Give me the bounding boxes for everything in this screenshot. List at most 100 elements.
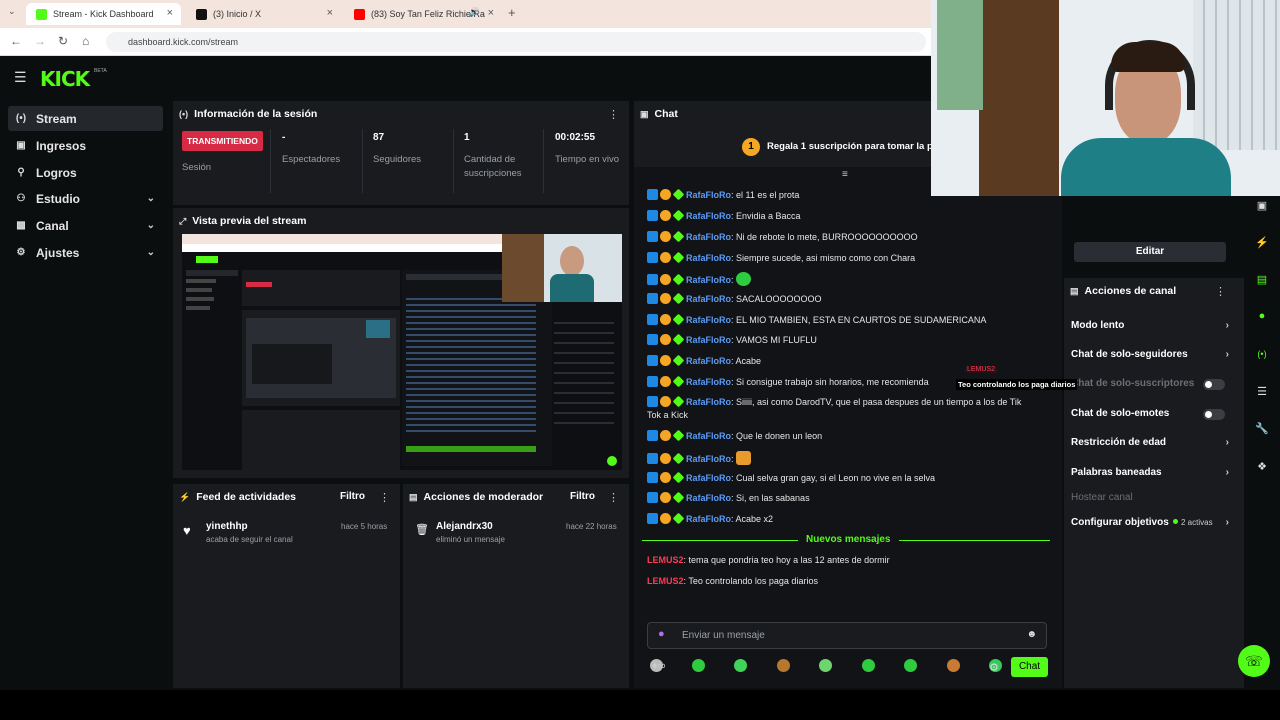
document-icon[interactable]: ▤ (1249, 266, 1275, 292)
sidebar-item-logros[interactable]: ⚲ Logros (8, 160, 163, 185)
emote-icon[interactable] (947, 659, 960, 672)
new-tab-button[interactable]: + (508, 5, 516, 20)
chat-username[interactable]: RafaFloRo (686, 190, 731, 200)
chat-input-box[interactable]: ● Enviar un mensaje ☻ (647, 622, 1047, 649)
gift-count-badge: 1 (742, 138, 760, 156)
chat-username[interactable]: RafaFloRo (686, 514, 731, 524)
sidebar-item-ajustes[interactable]: ⚙ Ajustes ⌄ (8, 240, 163, 265)
stat-value: 1 (464, 132, 470, 143)
chat-username[interactable]: RafaFloRo (686, 431, 731, 441)
sub-badge-icon (660, 189, 671, 200)
mic-icon[interactable]: ● (658, 628, 665, 640)
more-options-icon[interactable]: ⋮ (379, 491, 390, 504)
sidebar-item-ingresos[interactable]: ▣ Ingresos (8, 133, 163, 158)
chat-message: RafaFloRo: Que le donen un leon (647, 429, 823, 444)
stream-preview-video[interactable] (182, 234, 622, 470)
close-tab-icon[interactable]: × (488, 7, 494, 19)
new-messages-label[interactable]: Nuevos mensajes (798, 534, 899, 545)
kick-logo[interactable]: KICK (40, 67, 90, 91)
slow-mode-row[interactable]: Modo lento › (1071, 320, 1231, 331)
bolt-icon[interactable]: ⚡ (1249, 229, 1275, 255)
emotes-only-row[interactable]: Chat de solo-emotes (1071, 408, 1231, 420)
reload-icon[interactable]: ↻ (58, 34, 68, 48)
close-tab-icon[interactable]: × (167, 7, 173, 19)
more-options-icon[interactable]: ⋮ (608, 491, 619, 504)
emote-icon[interactable] (734, 659, 747, 672)
sidebar-item-estudio[interactable]: ⚇ Estudio ⌄ (8, 186, 163, 211)
moderator-badge-icon (647, 314, 658, 325)
chat-username[interactable]: RafaFloRo (686, 232, 731, 242)
emote-icon[interactable] (692, 659, 705, 672)
chat-username[interactable]: RafaFloRo (686, 275, 731, 285)
menu-icon[interactable]: ☰ (14, 69, 27, 86)
chat-message: RafaFloRo: (647, 272, 752, 286)
chat-username[interactable]: RafaFloRo (686, 397, 731, 407)
layers-icon[interactable]: ☰ (1249, 378, 1275, 404)
subscribers-only-row[interactable]: Chat de solo-suscriptores (1071, 378, 1231, 390)
chat-username[interactable]: RafaFloRo (686, 356, 731, 366)
home-icon[interactable]: ⌂ (82, 34, 89, 48)
broadcast-icon[interactable]: (•) (1249, 341, 1275, 367)
chat-username[interactable]: RafaFloRo (686, 377, 731, 387)
edit-button[interactable]: Editar (1074, 242, 1226, 262)
forward-icon[interactable]: → (34, 34, 46, 48)
sidebar-item-stream[interactable]: (•) Stream (8, 106, 163, 131)
beta-badge: BETA (94, 68, 107, 74)
stat-label: Tiempo en vivo (555, 154, 620, 165)
browser-tab-kick[interactable]: Stream - Kick Dashboard × (26, 3, 181, 25)
chat-bubble-icon[interactable]: ● (1249, 303, 1275, 329)
browser-tab-x[interactable]: (3) Inicio / X × (186, 3, 341, 25)
back-icon[interactable]: ← (10, 34, 22, 48)
divider (362, 129, 363, 193)
chat-settings-icon[interactable]: ⚙ (989, 661, 999, 674)
age-restriction-row[interactable]: Restricción de edad › (1071, 437, 1231, 448)
more-options-icon[interactable]: ⋮ (608, 108, 619, 121)
panel-title: Feed de actividades (196, 491, 297, 503)
chat-username[interactable]: RafaFloRo (686, 294, 731, 304)
emote-icon[interactable] (862, 659, 875, 672)
chat-username[interactable]: RafaFloRo (686, 315, 731, 325)
emotes-only-toggle[interactable] (1203, 409, 1225, 420)
chat-tools-icon[interactable]: ♦∞ (652, 660, 665, 672)
moderator-badge-icon (647, 252, 658, 263)
chat-username[interactable]: LEMUS2 (647, 576, 684, 586)
tab-search-icon[interactable]: ⌄ (8, 6, 16, 17)
panel-title: Acciones de canal (1084, 285, 1177, 297)
emoji-icon[interactable]: ☻ (1026, 629, 1037, 640)
followers-only-row[interactable]: Chat de solo-seguidores › (1071, 349, 1231, 360)
activity-user[interactable]: yinethhp (206, 521, 248, 532)
chat-username[interactable]: RafaFloRo (686, 493, 731, 503)
wrench-icon[interactable]: 🔧 (1249, 415, 1275, 441)
help-chat-button[interactable]: ☏ (1238, 645, 1270, 677)
close-tab-icon[interactable]: × (327, 7, 333, 19)
filter-button[interactable]: Filtro (340, 491, 365, 502)
chat-username[interactable]: RafaFloRo (686, 454, 731, 464)
send-chat-button[interactable]: Chat (1011, 657, 1048, 677)
more-options-icon[interactable]: ⋮ (1215, 285, 1226, 298)
chat-username[interactable]: RafaFloRo (686, 211, 731, 221)
chat-message: RafaFloRo: Envidia a Bacca (647, 209, 801, 224)
chat-text: Que le donen un leon (736, 431, 823, 441)
mod-user[interactable]: Alejandrx30 (436, 521, 493, 532)
moderator-badge-icon (647, 355, 658, 366)
chat-username[interactable]: LEMUS2 (647, 555, 684, 565)
host-channel-row[interactable]: Hostear canal (1071, 492, 1231, 503)
chat-username[interactable]: RafaFloRo (686, 473, 731, 483)
gem-badge-icon (672, 230, 685, 243)
audio-playing-icon[interactable]: 🔊 (469, 7, 480, 18)
url-input[interactable]: dashboard.kick.com/stream (106, 32, 926, 52)
set-goals-row[interactable]: Configurar objetivos 2 activas › (1071, 517, 1231, 528)
banned-words-row[interactable]: Palabras baneadas › (1071, 467, 1231, 478)
preview-topbar (182, 234, 502, 244)
emote-icon[interactable] (819, 659, 832, 672)
browser-tab-youtube[interactable]: (83) Soy Tan Feliz Richie Ra 🔊 × (344, 3, 502, 25)
chat-username[interactable]: RafaFloRo (686, 253, 731, 263)
emote-icon[interactable] (777, 659, 790, 672)
grid-icon[interactable]: ❖ (1249, 453, 1275, 479)
pin-collapse-icon[interactable]: ≡ (842, 169, 848, 180)
chat-username[interactable]: RafaFloRo (686, 335, 731, 345)
subscribers-only-toggle[interactable] (1203, 379, 1225, 390)
filter-button[interactable]: Filtro (570, 491, 595, 502)
sidebar-item-canal[interactable]: ▩ Canal ⌄ (8, 213, 163, 238)
emote-icon[interactable] (904, 659, 917, 672)
